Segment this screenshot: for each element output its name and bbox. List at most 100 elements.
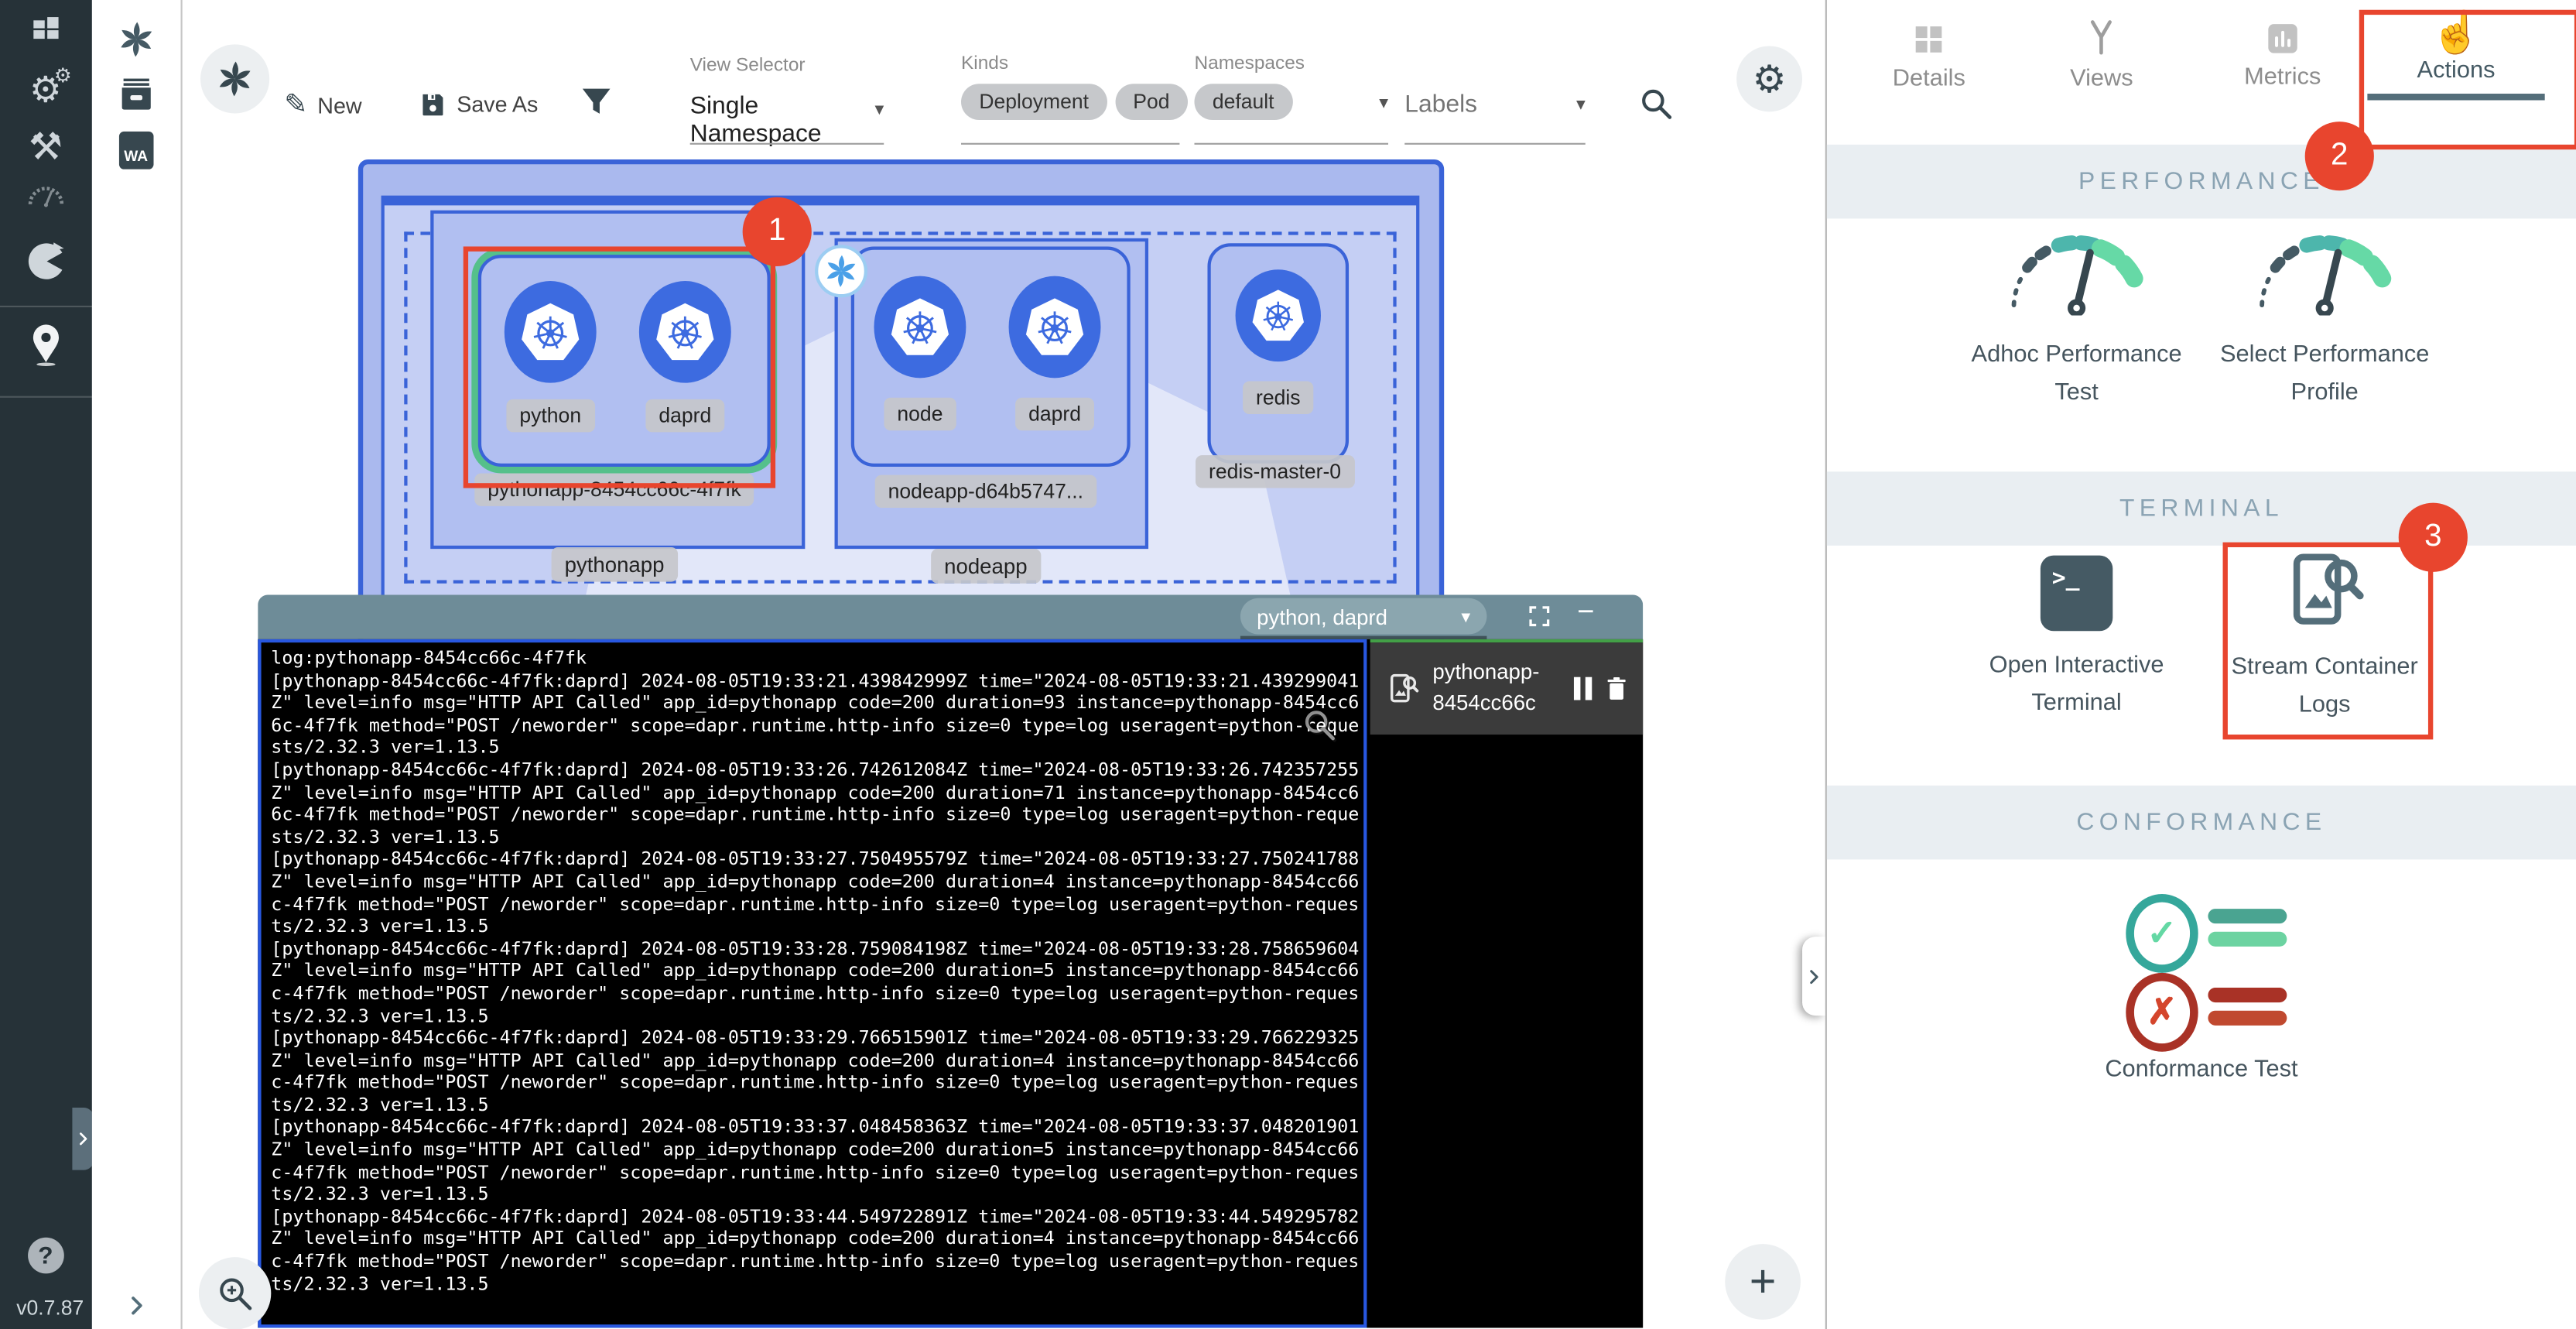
- add-button[interactable]: [1725, 1244, 1801, 1320]
- kind-chip-deployment[interactable]: Deployment: [961, 84, 1107, 120]
- views-branch-icon: [2082, 18, 2121, 57]
- pod-box-redis[interactable]: redis: [1207, 243, 1349, 463]
- container-redis[interactable]: [1236, 269, 1321, 361]
- tab-views[interactable]: Views: [2070, 18, 2133, 92]
- gauge-icon: [2249, 233, 2400, 315]
- chevron-down-icon: [1461, 605, 1470, 627]
- action-label-line2: Terminal: [1945, 685, 2208, 723]
- conformance-test-action[interactable]: Conformance Test: [2090, 887, 2314, 1068]
- namespaces-field[interactable]: Namespaces default: [1194, 54, 1388, 145]
- kinds-field[interactable]: Kinds Deployment Pod: [961, 54, 1179, 145]
- result-line: [2208, 932, 2287, 947]
- result-line: [2208, 909, 2287, 923]
- left-sidebar: ⚒ v0.7.87: [0, 0, 91, 1329]
- container-node[interactable]: [874, 276, 966, 378]
- tab-label: Metrics: [2244, 64, 2321, 91]
- namespace-chip-default[interactable]: default: [1194, 84, 1291, 120]
- container-daprd[interactable]: [1009, 276, 1101, 378]
- section-header-performance: PERFORMANCE: [1827, 145, 2576, 219]
- container-selector-value: python, daprd: [1257, 604, 1387, 629]
- chevron-down-icon: [1576, 94, 1586, 115]
- search-icon[interactable]: [1638, 85, 1675, 129]
- save-as-button[interactable]: Save As: [419, 87, 538, 120]
- pod-box-nodeapp[interactable]: node daprd: [851, 246, 1131, 466]
- deployment-name-label: nodeapp: [931, 549, 1040, 584]
- log-output[interactable]: log:pythonapp-8454cc66c-4f7fk[pythonapp-…: [258, 639, 1367, 1328]
- result-line: [2208, 1011, 2287, 1026]
- pause-icon[interactable]: [1574, 677, 1592, 700]
- tab-title-line1: pythonapp-: [1432, 659, 1539, 683]
- annotation-box-1: [464, 246, 775, 488]
- tab-label: Details: [1893, 66, 1965, 92]
- minimize-icon[interactable]: [1577, 595, 1594, 630]
- kubernetes-icon: [1024, 296, 1086, 358]
- rail-expand-chevron-icon[interactable]: [125, 1293, 147, 1326]
- log-image-icon: [1387, 672, 1419, 704]
- sidebar-divider: [0, 306, 91, 307]
- wasm-badge-icon[interactable]: WA: [118, 132, 153, 170]
- dashboard-icon[interactable]: [29, 13, 62, 54]
- section-header-conformance: CONFORMANCE: [1827, 786, 2576, 860]
- tab-details[interactable]: Details: [1893, 22, 1965, 92]
- tab-label: Views: [2070, 66, 2133, 92]
- pod-name-label: redis-master-0: [1196, 455, 1354, 488]
- action-label: Conformance Test: [2105, 1052, 2297, 1090]
- container-label: redis: [1243, 382, 1313, 414]
- select-performance-profile-action[interactable]: Select Performance Profile: [2249, 233, 2400, 412]
- terminal-header[interactable]: python, daprd: [258, 595, 1643, 639]
- terminal-icon: [2041, 556, 2112, 632]
- help-icon[interactable]: [28, 1238, 64, 1274]
- action-label-line1: Adhoc Performance: [1945, 337, 2208, 375]
- extensions-icon[interactable]: [24, 240, 67, 291]
- spiral-logo-icon[interactable]: [116, 19, 156, 67]
- app-flower-button[interactable]: [200, 44, 269, 113]
- log-stream-tab[interactable]: pythonapp- 8454cc66c: [1370, 642, 1643, 735]
- panel-expand-handle[interactable]: [1802, 937, 1825, 1016]
- new-button[interactable]: New: [284, 89, 361, 122]
- result-line: [2208, 988, 2287, 1002]
- fullscreen-icon[interactable]: [1527, 605, 1551, 635]
- configuration-tools-icon[interactable]: ⚒: [29, 125, 63, 169]
- kind-chip-pod[interactable]: Pod: [1115, 84, 1188, 120]
- app-window: ⚒ v0.7.87 WA New Save As View Selector S…: [0, 0, 2576, 1329]
- adhoc-performance-test-action[interactable]: Adhoc Performance Test: [2001, 233, 2152, 412]
- performance-gauge-icon[interactable]: [26, 184, 65, 217]
- kinds-label: Kinds: [961, 54, 1179, 74]
- tab-title-line2: 8454cc66c: [1432, 690, 1536, 715]
- details-panel: Details Views Metrics Actions 2 PERFORMA…: [1825, 0, 2576, 1329]
- new-button-label: New: [317, 93, 361, 118]
- pencil-icon: [284, 89, 307, 122]
- topology-canvas[interactable]: New Save As View Selector Single Namespa…: [183, 0, 1825, 1329]
- container-label: daprd: [1015, 398, 1094, 430]
- inbox-icon[interactable]: [117, 76, 155, 122]
- container-selector-dropdown[interactable]: python, daprd: [1240, 598, 1486, 635]
- action-label-line1: Select Performance: [2193, 337, 2456, 375]
- labels-placeholder: Labels: [1404, 91, 1477, 118]
- view-selector-field[interactable]: View Selector Single Namespace: [690, 56, 884, 145]
- view-selector-value: Single Namespace: [690, 92, 884, 148]
- open-interactive-terminal-action[interactable]: Open Interactive Terminal: [2001, 556, 2152, 724]
- filter-funnel-icon[interactable]: [580, 84, 612, 128]
- settings-gear-button[interactable]: [1736, 46, 1802, 111]
- terminal-sidebar: pythonapp- 8454cc66c: [1370, 639, 1643, 1328]
- annotation-box-3: [2223, 543, 2434, 740]
- action-label-line1: Open Interactive: [1945, 648, 2208, 686]
- chevron-down-icon: [1379, 91, 1388, 113]
- labels-field[interactable]: Labels: [1404, 91, 1586, 145]
- container-label: node: [884, 398, 956, 430]
- chevron-down-icon: [874, 98, 884, 120]
- gauge-icon: [2001, 233, 2152, 315]
- tab-metrics[interactable]: Metrics: [2244, 22, 2321, 91]
- trash-icon[interactable]: [1603, 676, 1630, 702]
- log-terminal-window: python, daprd log:pythonapp-8454cc66c-4f…: [258, 595, 1643, 1328]
- location-pin-icon[interactable]: [24, 322, 67, 375]
- lifecycle-gears-icon[interactable]: [29, 69, 62, 111]
- annotation-box-2: [2359, 10, 2576, 149]
- deployment-name-label: pythonapp: [552, 547, 678, 582]
- kubernetes-icon: [1250, 288, 1306, 344]
- pod-name-label: nodeapp-d64b5747...: [875, 475, 1096, 508]
- zoom-in-button[interactable]: [199, 1257, 271, 1329]
- annotation-badge-2: 2: [2305, 122, 2374, 190]
- sidebar-divider: [0, 396, 91, 398]
- extensions-rail: WA: [91, 0, 183, 1329]
